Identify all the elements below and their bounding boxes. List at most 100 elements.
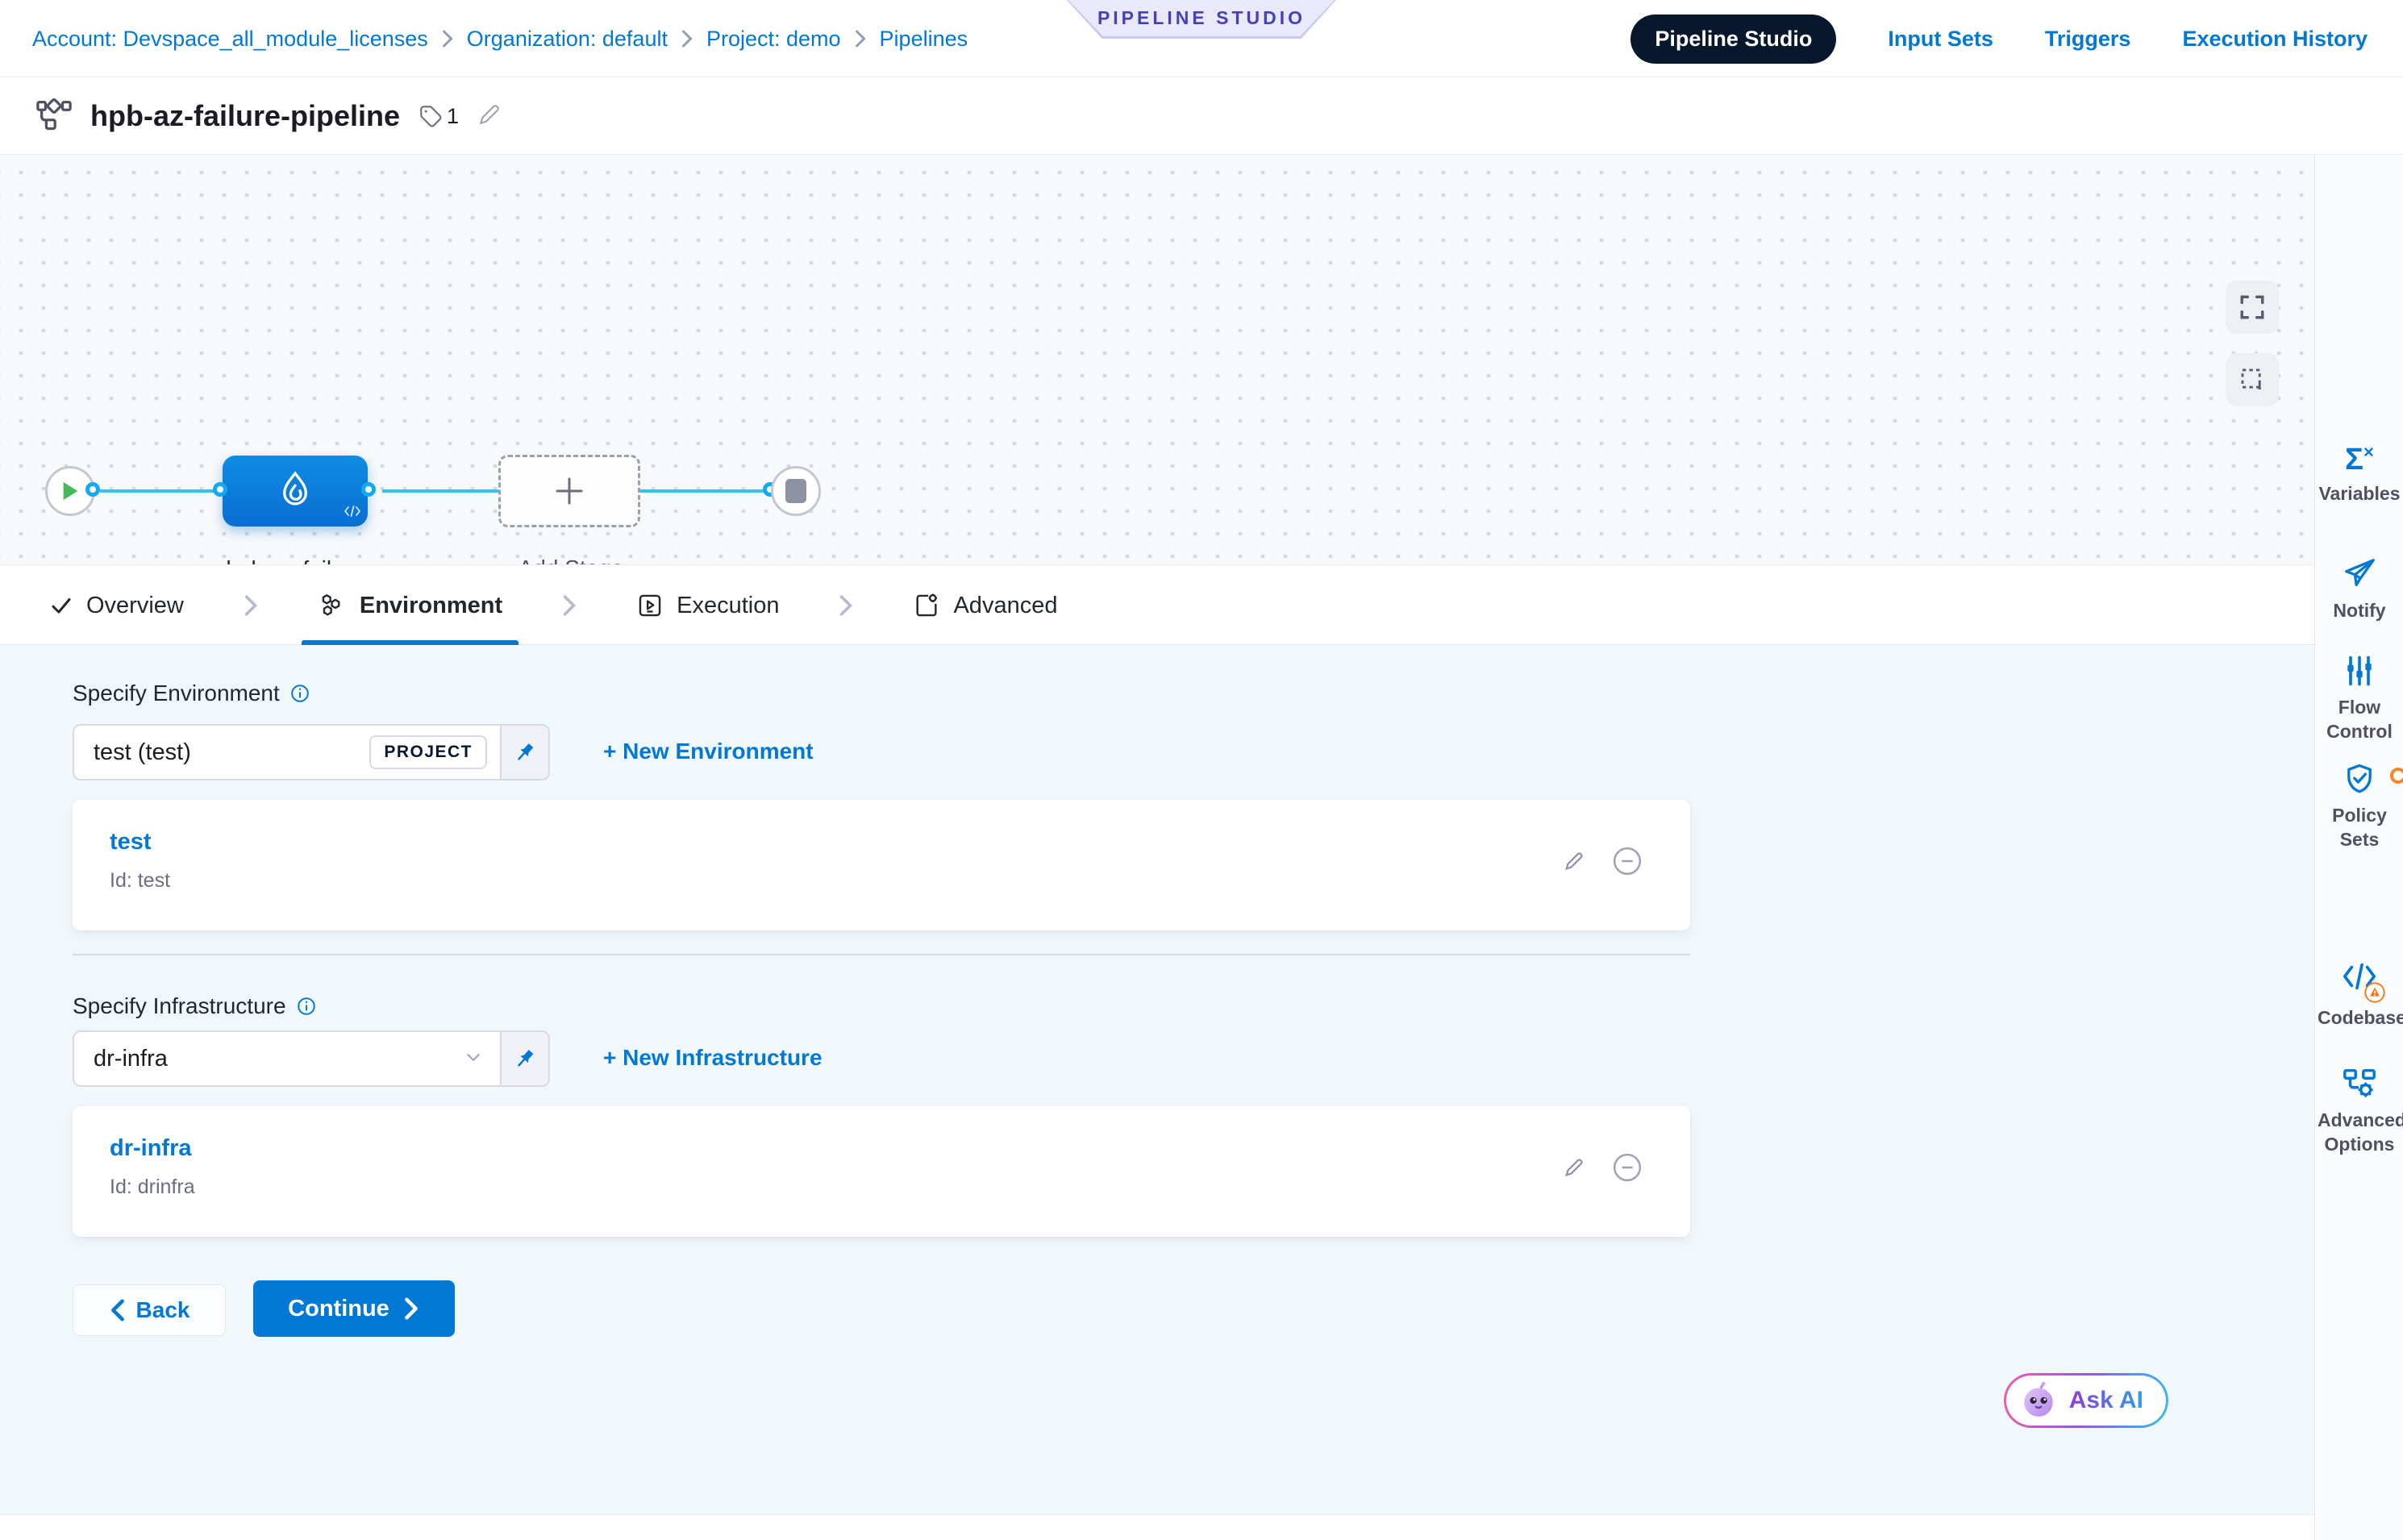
- connector-dot[interactable]: [85, 482, 100, 497]
- section-divider: [73, 954, 1690, 955]
- info-icon[interactable]: [296, 996, 317, 1017]
- sidebar-item-advanced-options[interactable]: Advanced Options: [2315, 1064, 2403, 1156]
- flowchart-gear-icon: [2341, 1064, 2378, 1101]
- shield-check-icon: [2342, 761, 2377, 797]
- scope-badge: PROJECT: [369, 735, 487, 769]
- tab-triggers[interactable]: Triggers: [2045, 27, 2131, 52]
- breadcrumb: Account: Devspace_all_module_licenses Or…: [32, 0, 968, 77]
- environment-name-link[interactable]: test: [110, 829, 152, 855]
- stage-section-tabs: Overview Environment Execution: [0, 564, 2314, 645]
- infrastructure-id: Id: drinfra: [110, 1176, 195, 1199]
- pipeline-edge: [382, 489, 500, 493]
- remove-minus-icon[interactable]: [1611, 845, 1643, 877]
- environment-id: Id: test: [110, 869, 170, 893]
- ask-ai-button[interactable]: Ask AI: [2004, 1373, 2168, 1428]
- infrastructure-select[interactable]: dr-infra: [73, 1030, 550, 1087]
- environment-select[interactable]: test (test) PROJECT: [73, 724, 550, 780]
- top-navigation: Pipeline Studio Input Sets Triggers Exec…: [1630, 0, 2368, 77]
- top-header: Account: Devspace_all_module_licenses Or…: [0, 0, 2403, 77]
- infrastructure-name-link[interactable]: dr-infra: [110, 1135, 192, 1162]
- pin-icon: [513, 740, 537, 764]
- chevron-right-icon: [562, 593, 577, 618]
- execution-icon: [636, 592, 664, 619]
- infrastructure-card: dr-infra Id: drinfra: [73, 1106, 1690, 1237]
- edit-pencil-icon[interactable]: [477, 102, 502, 131]
- tab-execution[interactable]: Execution: [631, 565, 784, 646]
- breadcrumb-pipelines[interactable]: Pipelines: [880, 27, 968, 52]
- continue-button[interactable]: Continue: [253, 1280, 455, 1337]
- pipeline-name: hpb-az-failure-pipeline: [90, 99, 400, 133]
- chevron-right-icon: [839, 593, 853, 618]
- tags-indicator[interactable]: 1: [418, 103, 459, 129]
- specify-infrastructure-label: Specify Infrastructure: [73, 993, 317, 1019]
- breadcrumb-account[interactable]: Account: Devspace_all_module_licenses: [32, 27, 428, 52]
- pipeline-canvas[interactable]: hpb-az-failure Add Stage: [0, 155, 2314, 564]
- sidebar-item-notify[interactable]: Notify: [2315, 555, 2403, 622]
- check-icon: [49, 593, 73, 618]
- tab-input-sets[interactable]: Input Sets: [1888, 27, 1993, 52]
- sidebar-item-flow-control[interactable]: Flow Control: [2315, 653, 2403, 743]
- tab-advanced[interactable]: Advanced: [908, 565, 1062, 646]
- infrastructure-select-value: dr-infra: [74, 1046, 463, 1072]
- fullscreen-button[interactable]: [2226, 281, 2279, 334]
- tab-overview[interactable]: Overview: [44, 565, 189, 646]
- environment-select-value: test (test): [74, 739, 369, 766]
- pin-icon: [513, 1047, 537, 1071]
- warning-badge-icon: [2363, 981, 2386, 1004]
- bottom-strip: [0, 1514, 2314, 1540]
- chevron-down-icon: [463, 1047, 484, 1072]
- remove-minus-icon[interactable]: [1611, 1151, 1643, 1184]
- connector-dot[interactable]: [213, 482, 227, 497]
- pipeline-edge: [100, 489, 224, 493]
- tab-pipeline-studio[interactable]: Pipeline Studio: [1630, 15, 1836, 64]
- edit-pencil-icon[interactable]: [1561, 848, 1587, 874]
- plus-icon: [553, 475, 585, 507]
- pin-environment-button[interactable]: [500, 726, 548, 779]
- pipeline-studio-badge: PIPELINE STUDIO: [1067, 0, 1336, 39]
- pipeline-studio-app: Account: Devspace_all_module_licenses Or…: [0, 0, 2403, 1540]
- tab-execution-history[interactable]: Execution History: [2182, 27, 2368, 52]
- new-infrastructure-link[interactable]: + New Infrastructure: [603, 1045, 823, 1071]
- pipeline-toolbar: hpb-az-failure-pipeline 1 VISUAL YAML Va…: [0, 77, 2403, 155]
- connector-dot[interactable]: [361, 482, 376, 497]
- marquee-selection-icon: [2238, 366, 2266, 393]
- stop-icon: [785, 479, 806, 503]
- info-icon[interactable]: [289, 683, 310, 704]
- right-sidebar: Σ× Variables Notify Flow Control Policy …: [2314, 155, 2403, 1540]
- back-button[interactable]: Back: [73, 1284, 226, 1336]
- new-environment-link[interactable]: + New Environment: [603, 739, 814, 764]
- pipeline-studio-badge-label: PIPELINE STUDIO: [1068, 0, 1335, 36]
- pipeline-end-node[interactable]: [771, 466, 821, 516]
- sliders-icon: [2342, 653, 2377, 689]
- breadcrumb-organization[interactable]: Organization: default: [467, 27, 668, 52]
- policy-notification-dot: [2390, 768, 2403, 784]
- paper-plane-icon: [2341, 555, 2378, 592]
- code-icon: [344, 505, 361, 522]
- chevron-right-icon: [854, 29, 867, 48]
- fullscreen-icon: [2238, 293, 2266, 321]
- tab-environment[interactable]: Environment: [313, 565, 507, 646]
- stage-node-hpb-az-failure[interactable]: [223, 456, 368, 527]
- sidebar-item-codebase[interactable]: Codebase: [2315, 958, 2403, 1030]
- marquee-select-button[interactable]: [2226, 353, 2279, 406]
- ask-ai-label: Ask AI: [2069, 1387, 2143, 1414]
- pin-infrastructure-button[interactable]: [500, 1032, 548, 1085]
- chevron-right-icon: [402, 1297, 420, 1321]
- environment-card: test Id: test: [73, 800, 1690, 930]
- sidebar-item-variables[interactable]: Σ× Variables: [2315, 443, 2403, 506]
- pipeline-graph-icon: [35, 96, 73, 137]
- advanced-settings-icon: [913, 592, 940, 619]
- breadcrumb-project[interactable]: Project: demo: [706, 27, 841, 52]
- chaos-flame-icon: [273, 468, 318, 514]
- edit-pencil-icon[interactable]: [1561, 1155, 1587, 1180]
- add-stage-button[interactable]: [498, 455, 640, 527]
- play-icon: [60, 481, 80, 502]
- ai-robot-icon: [2018, 1380, 2059, 1421]
- tags-count: 1: [447, 104, 459, 129]
- variables-sigma-icon: Σ×: [2345, 443, 2374, 475]
- chevron-right-icon: [681, 29, 693, 48]
- pipeline-edge: [639, 489, 771, 493]
- pipeline-title-group: hpb-az-failure-pipeline 1: [35, 77, 502, 155]
- chevron-right-icon: [244, 593, 258, 618]
- environment-hexagons-icon: [318, 591, 347, 620]
